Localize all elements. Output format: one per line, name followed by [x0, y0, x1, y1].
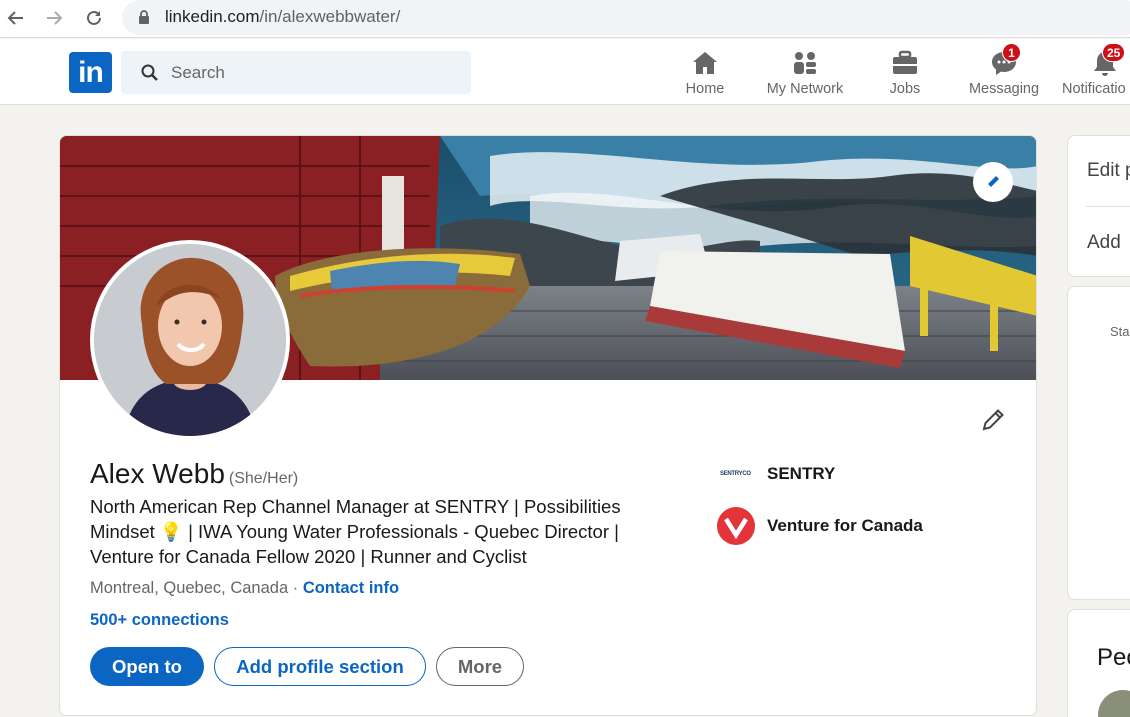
connections-link[interactable]: 500+ connections: [90, 611, 229, 630]
address-bar[interactable]: linkedin.com/in/alexwebbwater/: [122, 0, 1130, 35]
name-row: Alex Webb (She/Her): [90, 458, 298, 490]
add-profile-section-button[interactable]: Add profile section: [214, 647, 426, 686]
notifications-badge: 25: [1102, 43, 1126, 62]
nav-home[interactable]: Home: [680, 49, 730, 101]
briefcase-icon: [893, 50, 917, 74]
nav-home-label: Home: [685, 81, 725, 97]
reload-button[interactable]: [80, 4, 108, 32]
browser-toolbar: linkedin.com/in/alexwebbwater/: [0, 0, 1130, 38]
location-row: Montreal, Quebec, Canada · Contact info: [90, 579, 399, 598]
nav-my-network[interactable]: My Network: [762, 49, 848, 101]
search-bar[interactable]: [121, 51, 471, 94]
linkedin-logo[interactable]: in: [69, 52, 112, 93]
edit-banner-button[interactable]: [973, 162, 1013, 202]
add-profile-link[interactable]: Add: [1087, 232, 1121, 254]
org-name: SENTRY: [767, 464, 836, 483]
profile-card: Alex Webb (She/Her) North American Rep Ch…: [59, 135, 1037, 716]
nav-messaging[interactable]: 1 Messaging: [966, 43, 1042, 101]
edit-intro-button[interactable]: [977, 404, 1009, 436]
reload-icon: [87, 10, 101, 25]
location: Montreal, Quebec, Canada: [90, 579, 289, 597]
separator: ·: [292, 579, 299, 597]
avatar[interactable]: [1098, 690, 1130, 717]
pencil-icon: [982, 409, 1004, 431]
logo-text: in: [78, 55, 104, 89]
avatar-image: [94, 244, 286, 436]
messaging-badge: 1: [1002, 43, 1021, 62]
nav-notifications-label: Notificatio: [1062, 81, 1126, 97]
nav-messaging-label: Messaging: [968, 81, 1040, 97]
org-sentry[interactable]: SENTRYCO SENTRY: [720, 464, 835, 484]
venture-for-canada-logo-icon: [717, 507, 755, 545]
ad-card: Sta: [1067, 286, 1130, 600]
nav-notifications[interactable]: 25 Notificatio: [1062, 43, 1130, 101]
forward-button[interactable]: [40, 4, 68, 32]
people-card: Peo: [1067, 609, 1130, 717]
divider: [1086, 206, 1130, 207]
profile-photo[interactable]: [90, 240, 290, 440]
contact-info-link[interactable]: Contact info: [303, 579, 399, 597]
search-input[interactable]: [171, 61, 451, 85]
nav-jobs-label: Jobs: [889, 81, 921, 97]
sentry-logo: SENTRYCO: [720, 471, 751, 477]
url-path: /in/alexwebbwater/: [259, 7, 401, 26]
network-icon: [794, 52, 816, 74]
ad-text: Sta: [1110, 324, 1130, 339]
lock-icon: [139, 10, 149, 24]
pronouns: (She/Her): [228, 470, 299, 487]
nav-my-network-label: My Network: [766, 81, 844, 97]
back-arrow-icon: [7, 11, 23, 25]
forward-arrow-icon: [47, 11, 63, 25]
url-text: linkedin.com/in/alexwebbwater/: [165, 7, 400, 27]
pencil-icon: [987, 176, 999, 188]
edit-profile-link[interactable]: Edit p: [1087, 160, 1130, 182]
profile-headline: North American Rep Channel Manager at SE…: [90, 496, 621, 567]
url-domain: linkedin.com: [165, 7, 260, 26]
more-button[interactable]: More: [436, 647, 524, 686]
org-venture-for-canada[interactable]: Venture for Canada: [716, 506, 923, 546]
home-icon: [693, 52, 717, 74]
nav-jobs[interactable]: Jobs: [880, 49, 930, 101]
profile-name: Alex Webb: [90, 458, 225, 489]
search-icon: [141, 64, 158, 81]
people-also-viewed-heading: Peo: [1097, 644, 1130, 671]
open-to-button[interactable]: Open to: [90, 647, 204, 686]
back-button[interactable]: [2, 4, 30, 32]
linkedin-header: in Home My Network Jobs 1 Messaging 25 N…: [0, 39, 1130, 105]
profile-settings-card: Edit p Add: [1067, 135, 1130, 277]
org-name: Venture for Canada: [767, 516, 923, 535]
